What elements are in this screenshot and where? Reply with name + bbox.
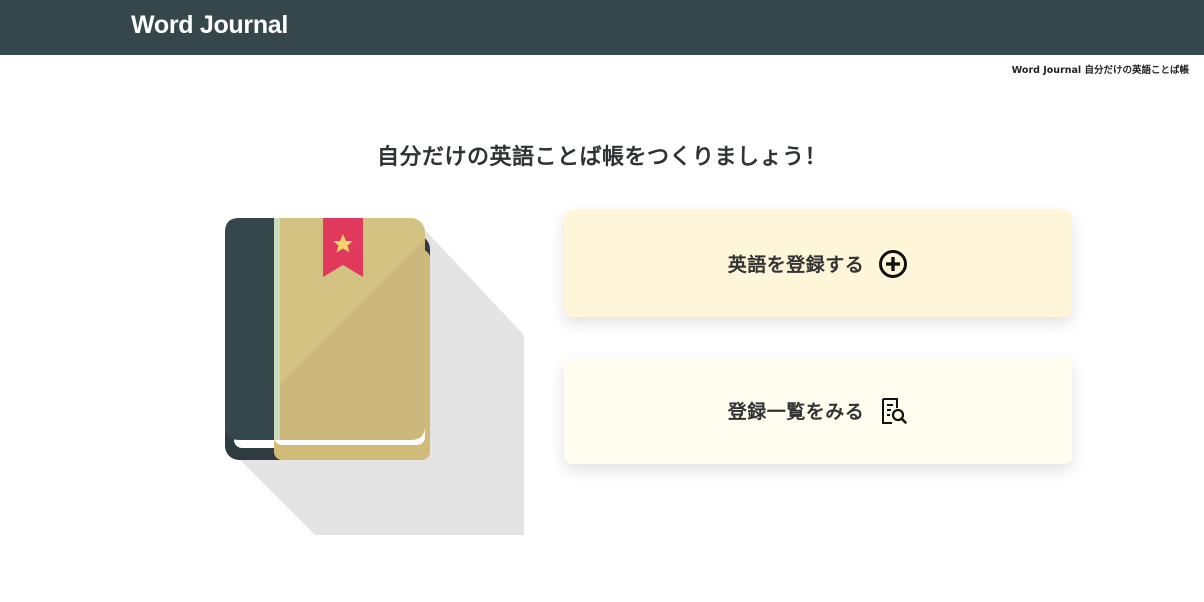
book-spine-stripe: [274, 218, 280, 440]
book-icon: [225, 218, 524, 535]
brand-logo[interactable]: Word Journal: [131, 11, 288, 40]
book-illustration: [220, 210, 530, 544]
plus-circle-icon: [878, 249, 908, 279]
page-headline: 自分だけの英語ことば帳をつくりましょう！: [376, 145, 827, 170]
document-search-icon: [878, 396, 908, 426]
register-word-button[interactable]: 英語を登録する: [564, 210, 1072, 317]
view-list-label: 登録一覧をみる: [727, 401, 865, 423]
book-spine: [225, 218, 274, 440]
app-header: Word Journal: [0, 0, 1204, 55]
breadcrumb: Word Journal 自分だけの英語ことば帳: [1011, 65, 1189, 76]
register-word-label: 英語を登録する: [727, 254, 865, 276]
view-list-button[interactable]: 登録一覧をみる: [564, 357, 1072, 464]
